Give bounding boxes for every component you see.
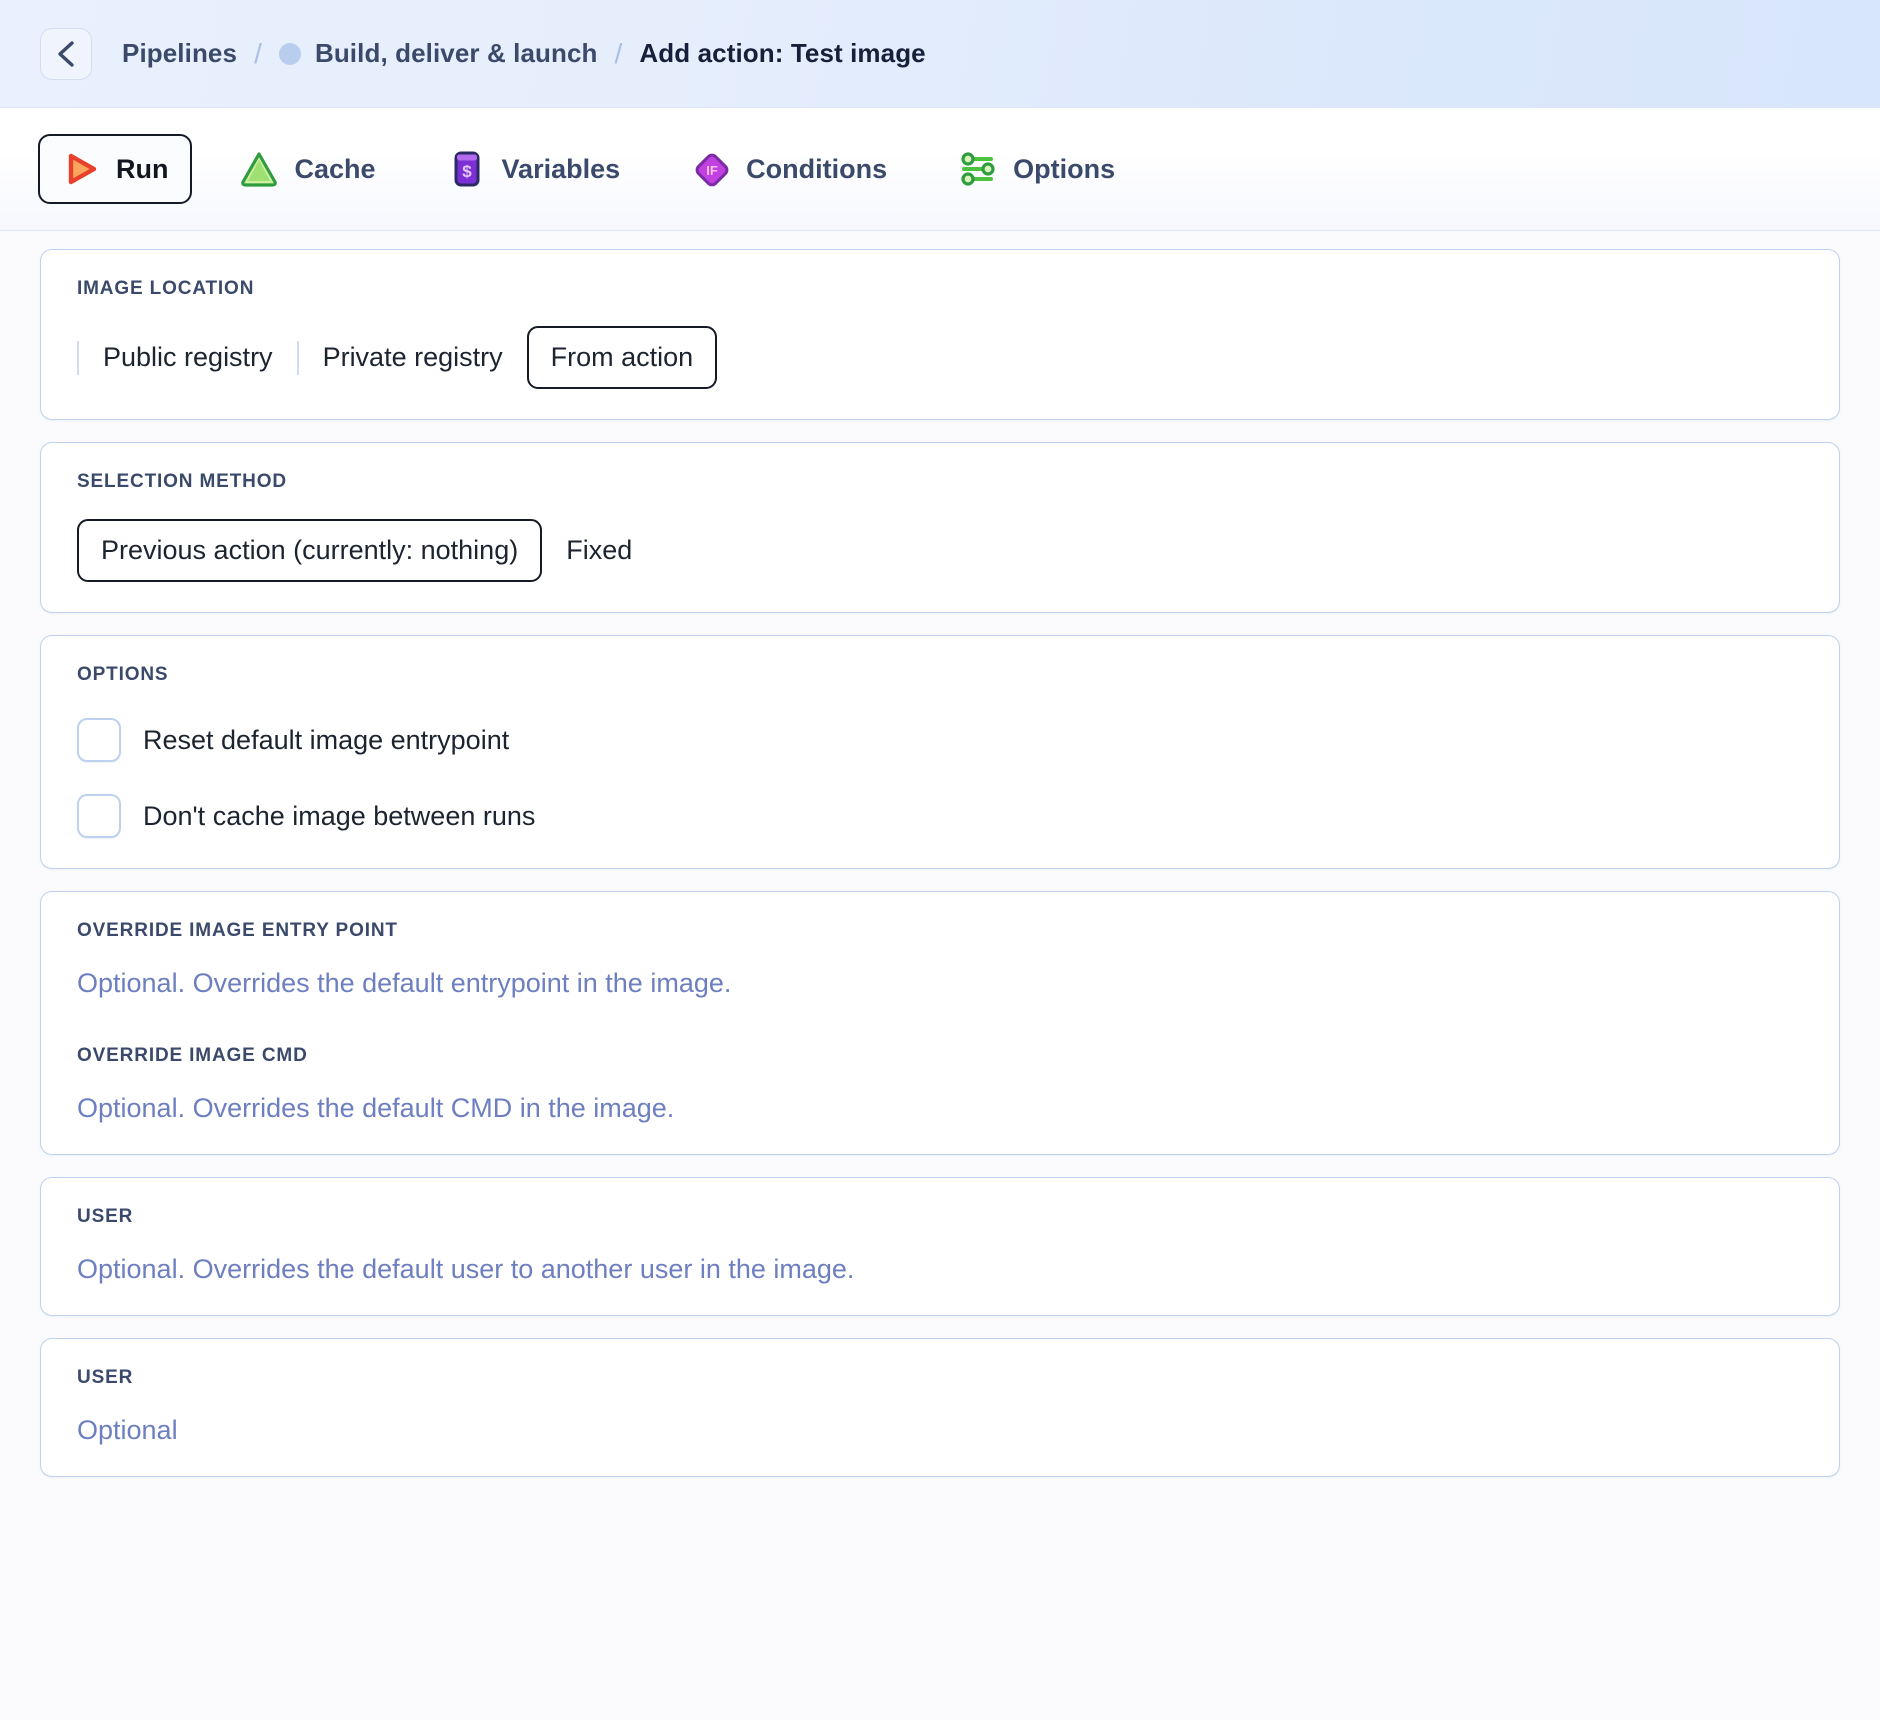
- breadcrumb-pipeline-name[interactable]: Build, deliver & launch: [315, 38, 598, 69]
- tab-options[interactable]: Options: [935, 134, 1139, 204]
- card-override-image: Override image entry point Optional. Ove…: [40, 891, 1840, 1155]
- image-location-segmented-control: Public registry Private registry From ac…: [77, 326, 1803, 389]
- breadcrumb-separator-1: /: [254, 37, 262, 69]
- play-icon: [62, 150, 100, 188]
- tab-variables[interactable]: $ Variables: [424, 134, 645, 204]
- card-image-location: Image location Public registry Private r…: [40, 249, 1840, 420]
- pipeline-status-dot-icon: [278, 42, 301, 65]
- option-reset-entrypoint-row[interactable]: Reset default image entrypoint: [77, 718, 1803, 762]
- tab-options-label: Options: [1013, 153, 1116, 184]
- options-label: Options: [77, 664, 169, 685]
- override-cmd-input[interactable]: Optional. Overrides the default CMD in t…: [77, 1093, 1803, 1124]
- action-tab-bar: Run Cache $ Variables IF Conditions Opti…: [0, 108, 1880, 231]
- tab-cache[interactable]: Cache: [216, 134, 399, 204]
- user-label: User: [77, 1367, 134, 1388]
- condition-if-icon: IF: [692, 150, 730, 188]
- segment-from-action[interactable]: From action: [526, 326, 718, 389]
- image-location-label: Image location: [77, 278, 255, 299]
- action-form: Image location Public registry Private r…: [0, 231, 1880, 1477]
- cache-icon: [240, 150, 278, 188]
- tab-cache-label: Cache: [294, 153, 376, 184]
- checkbox-dont-cache-image-between-runs-label: Don't cache image between runs: [143, 800, 536, 831]
- variables-icon: $: [448, 150, 486, 188]
- override-entrypoint-input[interactable]: Optional. Overrides the default entrypoi…: [77, 968, 1803, 999]
- tab-run[interactable]: Run: [38, 134, 193, 204]
- breadcrumb-pipelines[interactable]: Pipelines: [122, 38, 237, 69]
- override-entrypoint-label: Override image entry point: [77, 920, 398, 941]
- back-button[interactable]: [40, 27, 92, 80]
- breadcrumb: Pipelines / Build, deliver & launch / Ad…: [122, 38, 926, 70]
- tab-variables-label: Variables: [501, 153, 621, 184]
- card-options: Options Reset default image entrypoint D…: [40, 635, 1840, 869]
- tab-conditions-label: Conditions: [746, 153, 888, 184]
- user-input[interactable]: Optional: [77, 1415, 1803, 1446]
- option-dont-cache-row[interactable]: Don't cache image between runs: [77, 794, 1803, 838]
- checkbox-reset-default-image-entrypoint-label: Reset default image entrypoint: [143, 724, 510, 755]
- segment-public-registry[interactable]: Public registry: [79, 326, 297, 389]
- svg-text:$: $: [462, 162, 472, 181]
- user-override-input[interactable]: Optional. Overrides the default user to …: [77, 1254, 1803, 1285]
- breadcrumb-separator-2: /: [614, 37, 623, 69]
- sliders-icon: [959, 150, 997, 188]
- svg-text:IF: IF: [706, 163, 718, 178]
- chevron-left-icon: [53, 39, 79, 69]
- segment-fixed[interactable]: Fixed: [542, 519, 656, 582]
- checkbox-reset-default-image-entrypoint[interactable]: [77, 718, 121, 762]
- tab-run-label: Run: [116, 153, 169, 184]
- card-user: User Optional: [40, 1338, 1840, 1477]
- card-user-override: User Optional. Overrides the default use…: [40, 1177, 1840, 1316]
- checkbox-dont-cache-image-between-runs[interactable]: [77, 794, 121, 838]
- segment-previous-action[interactable]: Previous action (currently: nothing): [77, 519, 543, 582]
- tab-conditions[interactable]: IF Conditions: [668, 134, 911, 204]
- breadcrumb-current-page: Add action: Test image: [639, 38, 926, 68]
- card-selection-method: Selection method Previous action (curren…: [40, 442, 1840, 613]
- segment-private-registry[interactable]: Private registry: [299, 326, 527, 389]
- selection-method-label: Selection method: [77, 471, 287, 492]
- user-override-label: User: [77, 1206, 134, 1227]
- override-cmd-label: Override image CMD: [77, 1045, 308, 1066]
- selection-method-segmented-control: Previous action (currently: nothing) Fix…: [77, 519, 1803, 582]
- page-header: Pipelines / Build, deliver & launch / Ad…: [0, 0, 1880, 108]
